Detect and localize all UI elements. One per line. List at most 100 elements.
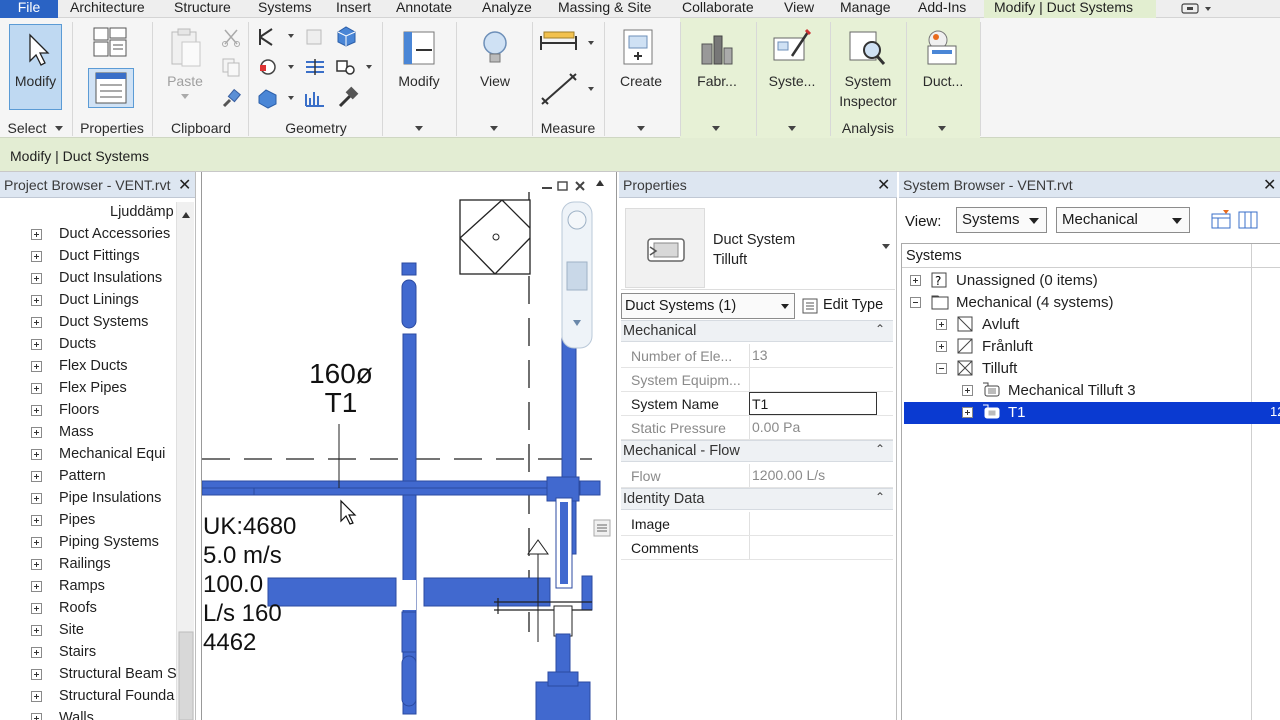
list-item[interactable]: Duct Fittings bbox=[0, 246, 178, 268]
cope-button[interactable] bbox=[256, 26, 296, 48]
expand-plus-icon[interactable] bbox=[31, 713, 42, 720]
properties-button[interactable] bbox=[88, 68, 134, 108]
expand-plus-icon[interactable] bbox=[31, 317, 42, 328]
property-value-field[interactable] bbox=[749, 512, 877, 535]
instance-filter-select[interactable]: Duct Systems (1) bbox=[621, 293, 795, 319]
expand-plus-icon[interactable] bbox=[31, 493, 42, 504]
fabrication-button[interactable] bbox=[694, 26, 738, 70]
expand-plus-icon[interactable] bbox=[936, 341, 947, 352]
tab-systems[interactable]: Systems bbox=[258, 0, 312, 18]
paste-button[interactable] bbox=[164, 26, 208, 70]
expand-plus-icon[interactable] bbox=[31, 427, 42, 438]
modify-panel-dropdown[interactable] bbox=[415, 126, 423, 131]
expand-plus-icon[interactable] bbox=[31, 603, 42, 614]
expand-plus-icon[interactable] bbox=[31, 273, 42, 284]
autofit-columns-button[interactable] bbox=[1209, 208, 1233, 232]
drawing-area[interactable]: 160ø T1 UK:4680 5.0 m/s 100.0 L/s 160 44… bbox=[201, 172, 617, 720]
list-item[interactable]: Structural Beam S bbox=[0, 664, 178, 686]
tab-insert[interactable]: Insert bbox=[336, 0, 371, 18]
copy-button[interactable] bbox=[220, 56, 242, 78]
list-item[interactable]: Ducts bbox=[0, 334, 178, 356]
unjoin-button[interactable] bbox=[334, 56, 374, 78]
system-tools-button[interactable] bbox=[770, 26, 814, 70]
expand-plus-icon[interactable] bbox=[31, 361, 42, 372]
aligned-dimension-button[interactable] bbox=[538, 68, 598, 108]
list-item[interactable]: Railings bbox=[0, 554, 178, 576]
duct-tag-size[interactable]: 160ø T1 bbox=[302, 359, 380, 417]
duct-tools-button[interactable] bbox=[920, 26, 964, 70]
list-item[interactable]: Floors bbox=[0, 400, 178, 422]
property-category[interactable]: Mechanical ⌃ bbox=[621, 320, 893, 342]
list-item[interactable]: Mass bbox=[0, 422, 178, 444]
type-properties-button[interactable] bbox=[88, 24, 132, 62]
expand-plus-icon[interactable] bbox=[31, 295, 42, 306]
expand-plus-icon[interactable] bbox=[31, 625, 42, 636]
list-item[interactable]: Mechanical Equi bbox=[0, 444, 178, 466]
collapse-icon[interactable]: ⌃ bbox=[875, 442, 885, 456]
property-category[interactable]: Identity Data ⌃ bbox=[621, 488, 893, 510]
collapse-minus-icon[interactable] bbox=[936, 363, 947, 374]
wall-joins-button[interactable] bbox=[256, 56, 296, 78]
expand-plus-icon[interactable] bbox=[962, 407, 973, 418]
tab-collaborate[interactable]: Collaborate bbox=[682, 0, 754, 18]
list-item[interactable]: Walls bbox=[0, 708, 178, 720]
list-item[interactable]: Duct Linings bbox=[0, 290, 178, 312]
tree-row[interactable]: Mechanical Tilluft 3 bbox=[904, 380, 1280, 402]
expand-plus-icon[interactable] bbox=[31, 405, 42, 416]
match-properties-button[interactable] bbox=[220, 88, 242, 110]
tab-massing-site[interactable]: Massing & Site bbox=[558, 0, 651, 18]
cut-geometry-button[interactable] bbox=[302, 26, 328, 48]
tab-modify-duct-systems[interactable]: Modify | Duct Systems bbox=[984, 0, 1156, 18]
type-selector-dropdown[interactable] bbox=[882, 244, 890, 249]
view-select[interactable]: Systems bbox=[956, 207, 1047, 233]
tab-analyze[interactable]: Analyze bbox=[482, 0, 532, 18]
project-browser-close-icon[interactable]: ✕ bbox=[178, 175, 191, 195]
duct-panel-dropdown[interactable] bbox=[938, 126, 946, 131]
paint-button[interactable] bbox=[256, 86, 296, 110]
system-browser-close-icon[interactable]: ✕ bbox=[1263, 175, 1276, 195]
create-button[interactable] bbox=[618, 26, 662, 70]
expand-plus-icon[interactable] bbox=[31, 383, 42, 394]
expand-plus-icon[interactable] bbox=[936, 319, 947, 330]
system-panel-dropdown[interactable] bbox=[788, 126, 796, 131]
tab-add-ins[interactable]: Add-Ins bbox=[918, 0, 966, 18]
tab-view[interactable]: View bbox=[784, 0, 814, 18]
property-value-field[interactable] bbox=[749, 536, 877, 559]
demolish-hammer-button[interactable] bbox=[334, 86, 360, 110]
tree-row[interactable]: Frånluft bbox=[904, 336, 1280, 358]
list-item[interactable]: Pipe Insulations bbox=[0, 488, 178, 510]
discipline-select[interactable]: Mechanical bbox=[1056, 207, 1190, 233]
view-button[interactable] bbox=[474, 26, 516, 70]
expand-plus-icon[interactable] bbox=[31, 559, 42, 570]
list-item[interactable]: Piping Systems bbox=[0, 532, 178, 554]
expand-plus-icon[interactable] bbox=[31, 449, 42, 460]
join-button[interactable] bbox=[334, 24, 360, 48]
tree-row[interactable]: Tilluft bbox=[904, 358, 1280, 380]
expand-plus-icon[interactable] bbox=[31, 471, 42, 482]
tree-column-header[interactable]: Systems bbox=[902, 244, 1280, 268]
expand-plus-icon[interactable] bbox=[31, 581, 42, 592]
expand-plus-icon[interactable] bbox=[31, 339, 42, 350]
edit-type-button[interactable]: Edit Type bbox=[801, 293, 893, 319]
fabrication-panel-dropdown[interactable] bbox=[712, 126, 720, 131]
ribbon-minimize-toggle[interactable] bbox=[1178, 2, 1214, 16]
list-item[interactable]: Duct Insulations bbox=[0, 268, 178, 290]
list-item[interactable]: Flex Ducts bbox=[0, 356, 178, 378]
collapse-icon[interactable]: ⌃ bbox=[875, 322, 885, 336]
tree-row[interactable]: T1 12 bbox=[904, 402, 1280, 424]
list-item[interactable]: Flex Pipes bbox=[0, 378, 178, 400]
tree-row[interactable]: Mechanical (4 systems) bbox=[904, 292, 1280, 314]
list-item[interactable]: Stairs bbox=[0, 642, 178, 664]
property-category[interactable]: Mechanical - Flow ⌃ bbox=[621, 440, 893, 462]
list-item[interactable]: Roofs bbox=[0, 598, 178, 620]
collapse-minus-icon[interactable] bbox=[910, 297, 921, 308]
list-item[interactable]: Site bbox=[0, 620, 178, 642]
list-item[interactable]: Pattern bbox=[0, 466, 178, 488]
property-value-field[interactable]: T1 bbox=[749, 392, 877, 415]
demolish-button[interactable] bbox=[302, 86, 328, 110]
paste-dropdown-arrow[interactable] bbox=[181, 94, 189, 99]
modify-button[interactable] bbox=[9, 24, 62, 110]
select-dropdown-arrow[interactable] bbox=[55, 126, 63, 131]
expand-plus-icon[interactable] bbox=[31, 669, 42, 680]
system-inspector-button[interactable] bbox=[846, 26, 890, 70]
